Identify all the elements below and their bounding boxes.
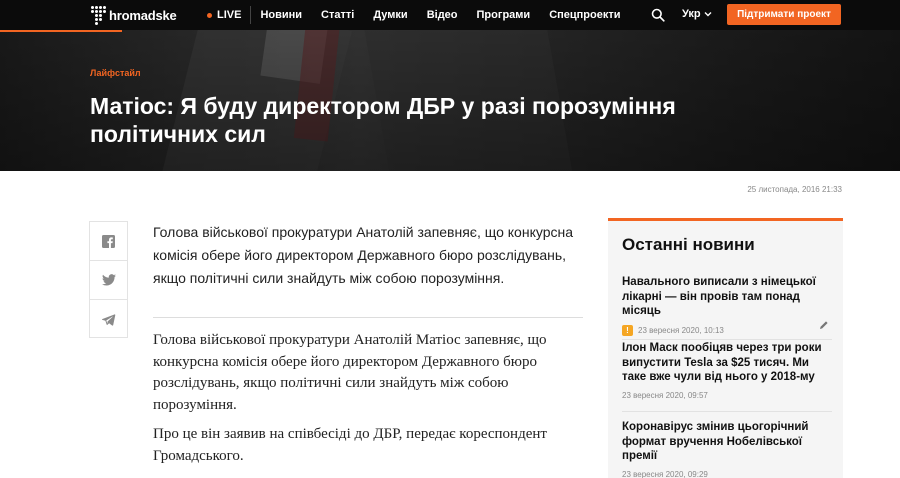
article-paragraph: Голова військової прокуратури Анатолій М…	[153, 332, 547, 413]
lead-divider	[153, 317, 583, 318]
article-title: Матіос: Я буду директором ДБР у разі пор…	[90, 93, 676, 147]
nav-link-special-projects[interactable]: Спецпроекти	[549, 9, 620, 21]
nav-link-opinions[interactable]: Думки	[373, 9, 407, 21]
logo-mark-icon	[91, 6, 107, 25]
telegram-icon	[101, 313, 115, 326]
latest-news-sidebar: Останні новини Навального виписали з нім…	[608, 218, 843, 478]
live-link[interactable]: LIVE	[207, 6, 252, 24]
search-icon[interactable]	[651, 8, 665, 22]
share-telegram-button[interactable]	[90, 300, 127, 339]
nav-link-video[interactable]: Відео	[427, 9, 458, 21]
article-date: 25 листопада, 2016 21:33	[747, 185, 842, 194]
pencil-icon[interactable]	[819, 320, 829, 330]
main-menu: LIVE Новини Статті Думки Відео Програми …	[207, 0, 621, 30]
news-item-time: 23 вересня 2020, 10:13	[638, 325, 724, 335]
article-paragraph: Про це він заявив на співбесіді до ДБР, …	[153, 426, 547, 464]
article-lead: Голова військової прокуратури Анатолій з…	[153, 224, 573, 286]
news-item-title[interactable]: Ілон Маск пообіцяв через три роки випуст…	[622, 341, 832, 385]
warning-icon: !	[622, 324, 633, 336]
article-hero: Лайфстайл Матіос: Я буду директором ДБР …	[0, 30, 900, 171]
share-panel	[89, 221, 128, 338]
language-switcher[interactable]: Укр	[682, 8, 712, 20]
facebook-icon	[102, 234, 115, 248]
news-item-title[interactable]: Навального виписали з німецької лікарні …	[622, 275, 832, 319]
share-facebook-button[interactable]	[90, 222, 127, 261]
support-project-button[interactable]: Підтримати проект	[727, 4, 841, 25]
news-item[interactable]: Ілон Маск пообіцяв через три роки випуст…	[622, 341, 832, 400]
chevron-down-icon	[704, 12, 712, 17]
news-item-time: 23 вересня 2020, 09:29	[622, 469, 708, 478]
nav-link-articles[interactable]: Статті	[321, 9, 354, 21]
news-separator	[622, 339, 832, 340]
live-label: LIVE	[217, 9, 242, 21]
news-item-time: 23 вересня 2020, 09:57	[622, 390, 708, 400]
news-item[interactable]: Навального виписали з німецької лікарні …	[622, 275, 832, 336]
article-category-link[interactable]: Лайфстайл	[90, 68, 141, 78]
news-item[interactable]: Коронавірус змінив цьогорічний формат вр…	[622, 420, 832, 478]
twitter-icon	[101, 274, 116, 286]
nav-link-programs[interactable]: Програми	[477, 9, 531, 21]
news-item-title[interactable]: Коронавірус змінив цьогорічний формат вр…	[622, 420, 832, 464]
active-section-indicator	[0, 30, 122, 32]
top-navigation: hromadske LIVE Новини Статті Думки Відео…	[0, 0, 900, 30]
logo-text: hromadske	[109, 7, 177, 23]
sidebar-title: Останні новини	[622, 235, 755, 254]
language-label: Укр	[682, 8, 701, 20]
live-dot-icon	[207, 12, 212, 18]
hromadske-logo[interactable]: hromadske	[91, 5, 177, 25]
share-twitter-button[interactable]	[90, 261, 127, 300]
nav-link-news[interactable]: Новини	[260, 9, 302, 21]
news-separator	[622, 411, 832, 412]
